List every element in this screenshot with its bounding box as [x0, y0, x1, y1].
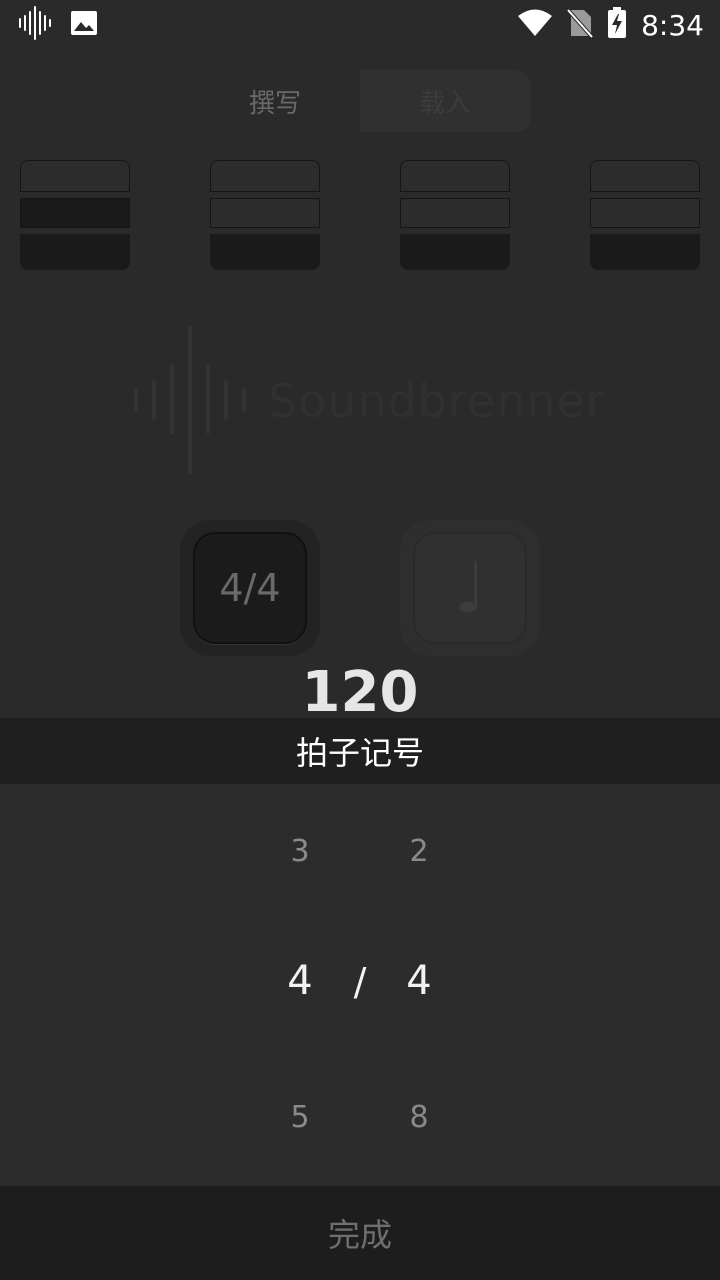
beat-level-bottom — [210, 234, 320, 270]
metronome-screen: 8:34 撰写 载入 Soundbrenner 4/4 ♩ 120 拍子记号 3… — [0, 0, 720, 1280]
time-signature-button[interactable]: 4/4 — [180, 520, 320, 656]
soundwave-logo-icon — [134, 326, 246, 474]
time-signature-picker[interactable]: 3 2 4 / 4 5 8 — [0, 784, 720, 1186]
status-time: 8:34 — [641, 8, 704, 42]
beat-level-top — [400, 160, 510, 192]
beat-level-bottom — [20, 234, 130, 270]
soundwave-icon — [18, 6, 54, 44]
beat-block-3[interactable] — [400, 160, 510, 270]
numerator-option-above[interactable]: 3 — [260, 834, 340, 869]
beat-level-mid — [590, 198, 700, 228]
beat-level-mid — [400, 198, 510, 228]
note-value-button[interactable]: ♩ — [400, 520, 540, 656]
time-signature-picker-title: 拍子记号 — [0, 718, 720, 784]
beat-level-mid — [210, 198, 320, 228]
bpm-value[interactable]: 120 — [0, 660, 720, 725]
no-sim-icon — [566, 8, 594, 42]
numerator-selected[interactable]: 4 — [260, 958, 340, 1004]
status-bar-left — [18, 6, 98, 44]
beat-block-1[interactable] — [20, 160, 130, 270]
time-signature-value: 4/4 — [193, 532, 307, 644]
beat-level-bottom — [400, 234, 510, 270]
fraction-separator: / — [353, 960, 367, 1004]
status-bar: 8:34 — [0, 0, 720, 50]
denominator-option-above[interactable]: 2 — [379, 834, 459, 869]
numerator-option-below[interactable]: 5 — [260, 1100, 340, 1135]
wifi-icon — [517, 9, 553, 41]
beat-level-bottom — [590, 234, 700, 270]
soundbrenner-logo: Soundbrenner — [132, 326, 605, 476]
beat-level-top — [20, 160, 130, 192]
denominator-option-below[interactable]: 8 — [379, 1100, 459, 1135]
beat-level-top — [590, 160, 700, 192]
beat-block-2[interactable] — [210, 160, 320, 270]
mode-segmented-control: 撰写 载入 — [190, 70, 530, 132]
battery-charging-icon — [607, 7, 627, 43]
done-button[interactable]: 完成 — [0, 1186, 720, 1280]
quarter-note-icon: ♩ — [413, 532, 527, 644]
beat-block-4[interactable] — [590, 160, 700, 270]
status-bar-right: 8:34 — [517, 7, 704, 43]
beat-level-mid — [20, 198, 130, 228]
image-icon — [70, 10, 98, 40]
logo-wordmark: Soundbrenner — [268, 374, 606, 428]
tab-compose[interactable]: 撰写 — [190, 70, 360, 132]
denominator-selected[interactable]: 4 — [379, 958, 459, 1004]
tab-load[interactable]: 载入 — [360, 70, 530, 132]
beat-level-top — [210, 160, 320, 192]
